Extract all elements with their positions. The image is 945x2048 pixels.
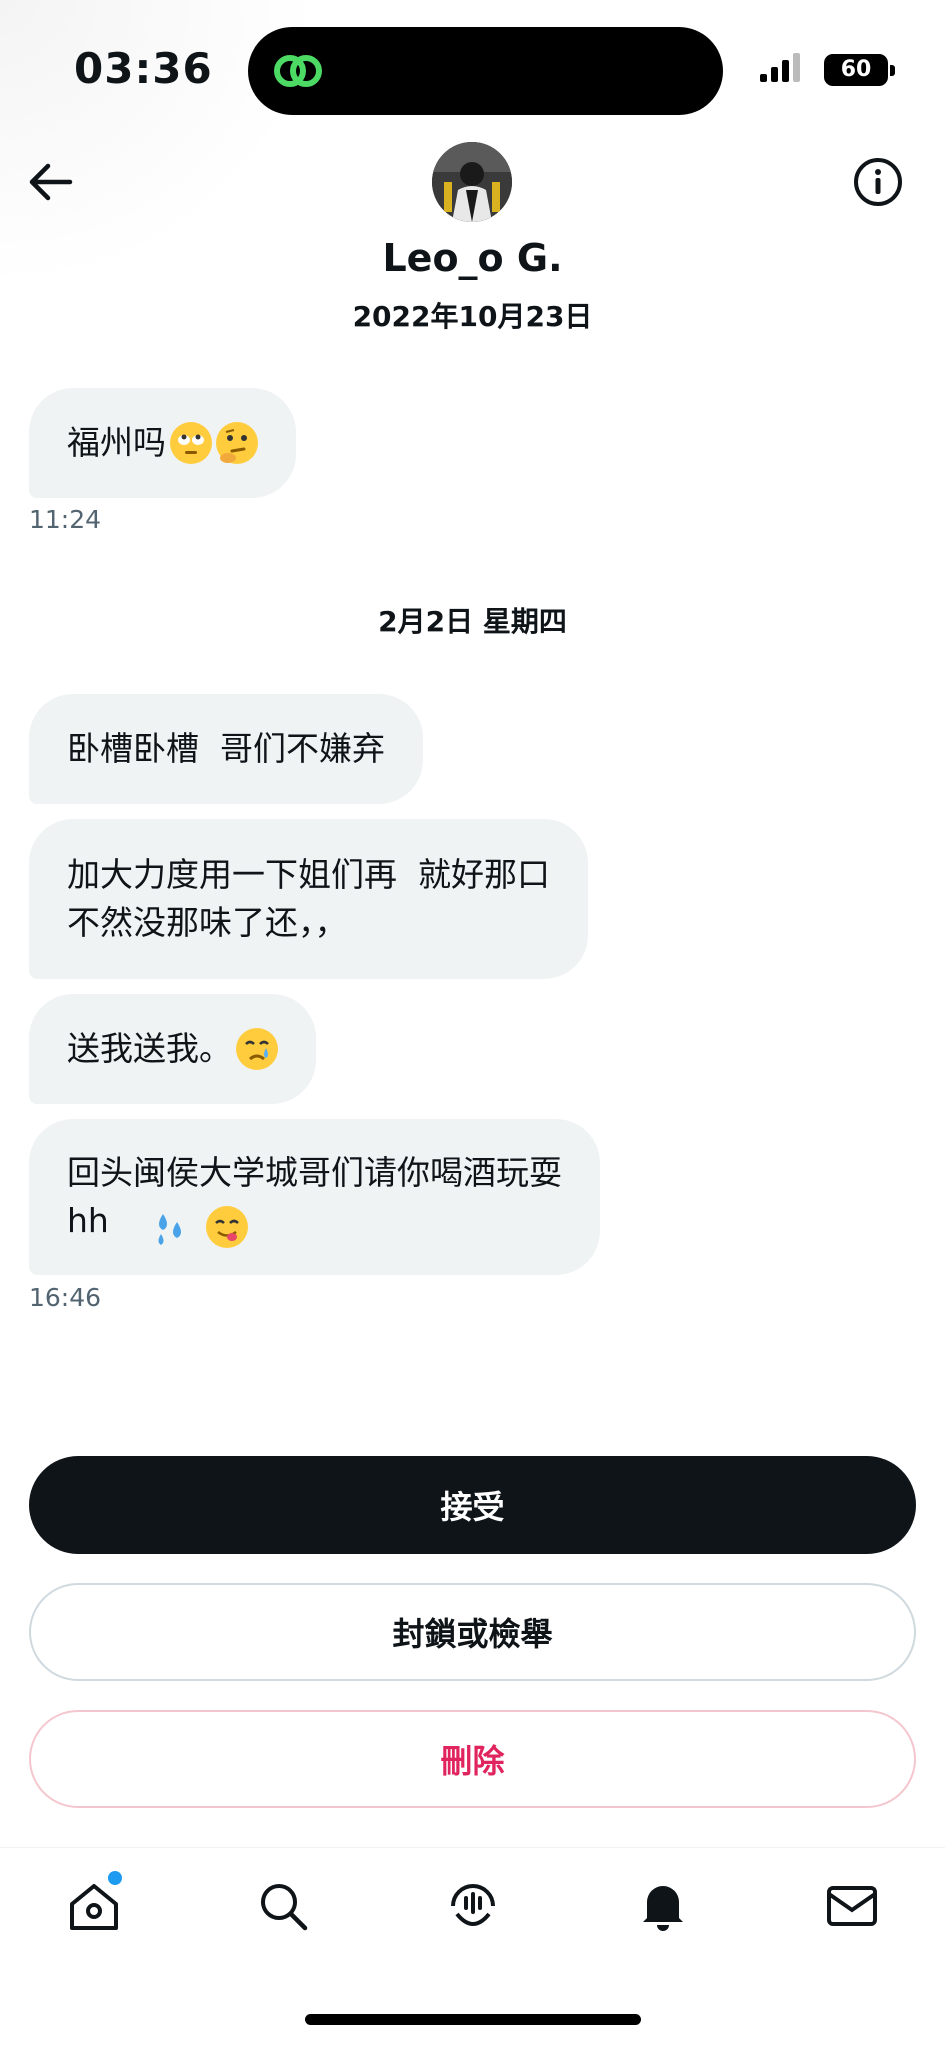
message-text: 回头闽侯大学城哥们请你喝酒玩耍 hh — [67, 1153, 562, 1240]
search-icon[interactable] — [255, 1878, 311, 1934]
message-timestamp: 16:46 — [29, 1283, 102, 1312]
back-arrow-icon[interactable] — [24, 158, 76, 206]
home-icon[interactable] — [66, 1878, 122, 1934]
dynamic-island — [248, 27, 723, 115]
sweat-droplets-emoji — [149, 1206, 191, 1248]
message-text: 送我送我。 — [67, 1029, 232, 1068]
message-timestamp: 11:24 — [29, 505, 102, 534]
contact-name[interactable]: Leo_o G. — [0, 236, 945, 280]
message-bubble[interactable]: 送我送我。 — [29, 994, 316, 1104]
day-separator: 2月2日 星期四 — [378, 605, 567, 638]
dm-request-screen: 03:36 60 Leo_o G. 2022年10月23日 福州吗 11:24 … — [0, 0, 945, 2048]
battery-tip — [890, 65, 895, 76]
crying-face-emoji — [236, 1028, 278, 1070]
emoji-group — [145, 1201, 248, 1249]
message-bubble[interactable]: 加大力度用一下姐们再 就好那口 不然没那味了还，， — [29, 819, 588, 979]
spaces-icon[interactable] — [445, 1878, 501, 1934]
home-notification-dot — [108, 1871, 122, 1885]
avatar-image — [432, 142, 512, 222]
conversation-start-date: 2022年10月23日 — [352, 300, 593, 333]
delete-button[interactable]: 刪除 — [29, 1710, 916, 1808]
face-with-rolling-eyes-emoji — [170, 422, 212, 464]
bottom-tab-bar — [0, 1847, 945, 1957]
message-text: 加大力度用一下姐们再 就好那口 不然没那味了还，， — [67, 855, 550, 942]
cellular-signal-icon — [760, 53, 800, 82]
message-bubble[interactable]: 卧槽卧槽 哥们不嫌弃 — [29, 694, 423, 804]
battery-level: 60 — [824, 54, 888, 86]
home-indicator[interactable] — [305, 2014, 641, 2025]
message-text: 福州吗 — [67, 423, 166, 462]
info-icon[interactable] — [850, 154, 906, 210]
thinking-face-emoji — [216, 422, 258, 464]
message-bubble[interactable]: 回头闽侯大学城哥们请你喝酒玩耍 hh — [29, 1119, 600, 1275]
messages-icon[interactable] — [824, 1878, 880, 1934]
battery-icon: 60 — [824, 54, 896, 86]
message-text: 卧槽卧槽 哥们不嫌弃 — [67, 729, 385, 768]
accept-button[interactable]: 接受 — [29, 1456, 916, 1554]
link-app-icon — [274, 55, 322, 87]
status-time: 03:36 — [74, 44, 213, 93]
block-or-report-button[interactable]: 封鎖或檢舉 — [29, 1583, 916, 1681]
message-bubble[interactable]: 福州吗 — [29, 388, 296, 498]
face-savoring-food-emoji — [205, 1205, 248, 1248]
notifications-icon[interactable] — [635, 1878, 691, 1934]
avatar[interactable] — [432, 142, 512, 222]
